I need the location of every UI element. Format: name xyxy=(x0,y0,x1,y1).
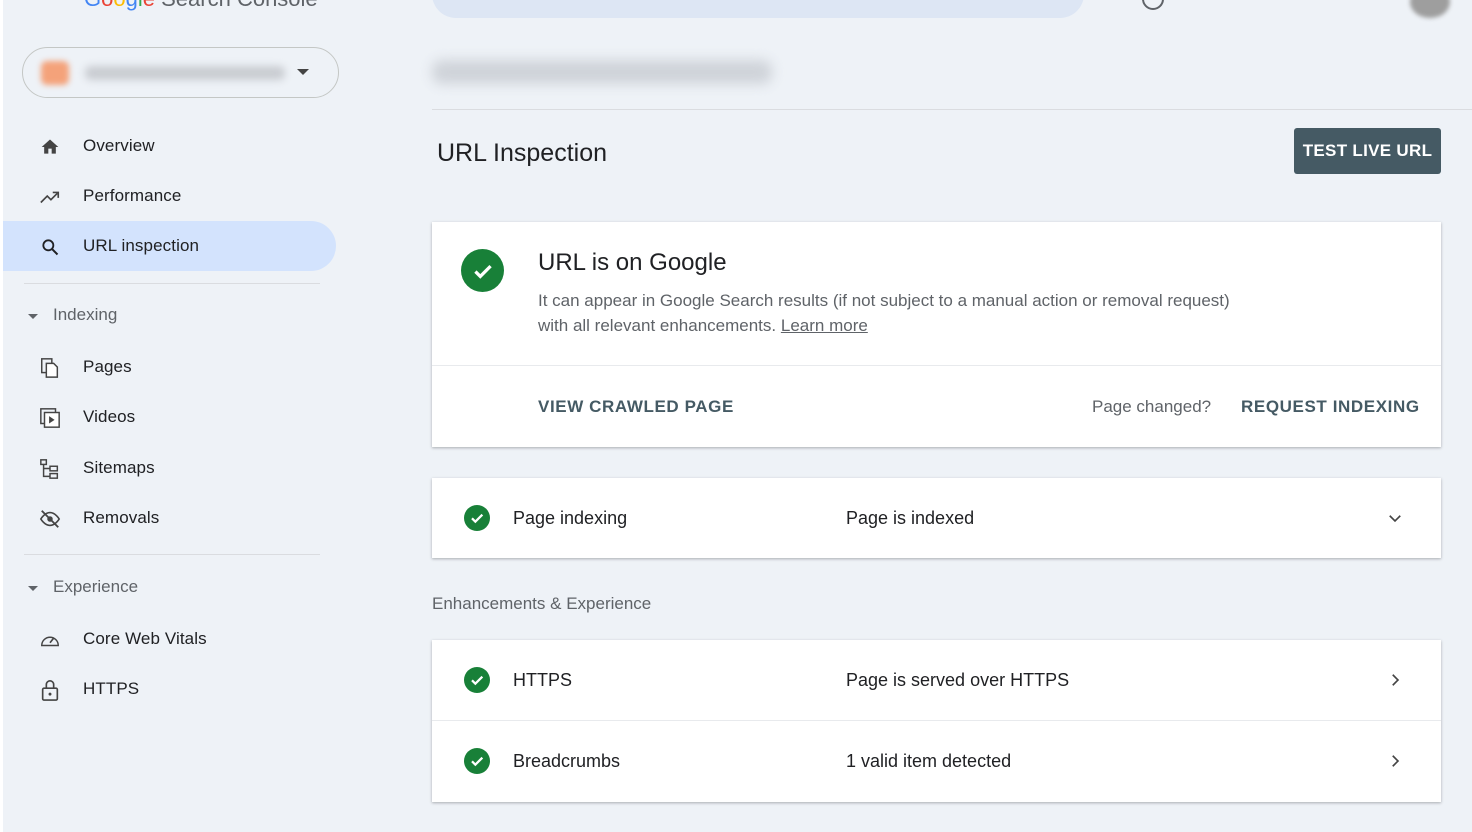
sidebar-item-label: Overview xyxy=(83,136,155,155)
section-label: Indexing xyxy=(53,305,118,324)
status-title: URL is on Google xyxy=(538,249,727,276)
status-description-text: It can appear in Google Search results (… xyxy=(538,291,1230,335)
chevron-right-icon[interactable] xyxy=(1383,749,1407,773)
search-icon xyxy=(39,236,61,258)
logo-text: Search Console xyxy=(155,0,318,11)
section-label: Experience xyxy=(53,577,139,596)
row-value: 1 valid item detected xyxy=(846,751,1012,771)
page-changed-label: Page changed? xyxy=(1092,397,1212,416)
chevron-down-icon xyxy=(297,69,309,75)
enhancements-section-header: Enhancements & Experience xyxy=(432,594,652,613)
sidebar-item-removals[interactable]: Removals xyxy=(3,493,336,543)
row-label: HTTPS xyxy=(513,670,573,690)
inspected-url-redacted xyxy=(432,60,772,84)
help-icon[interactable] xyxy=(1142,0,1164,10)
collapse-caret-icon xyxy=(28,585,38,591)
sidebar-item-label: Pages xyxy=(83,357,132,376)
page-title: URL Inspection xyxy=(437,139,607,167)
sidebar-section-experience[interactable]: Experience xyxy=(28,577,138,597)
sidebar-item-url-inspection[interactable]: URL inspection xyxy=(3,221,336,271)
collapse-caret-icon xyxy=(28,313,38,319)
logo-letter: e xyxy=(143,0,155,11)
sidebar-section-indexing[interactable]: Indexing xyxy=(28,305,117,325)
row-label: Breadcrumbs xyxy=(513,751,621,771)
logo-letter: g xyxy=(126,0,138,11)
header-divider xyxy=(432,109,1472,110)
enhancement-row-https[interactable]: HTTPS Page is served over HTTPS xyxy=(432,640,1441,721)
sidebar-item-label: Performance xyxy=(83,186,182,205)
chevron-right-icon[interactable] xyxy=(1383,668,1407,692)
home-icon xyxy=(39,136,61,158)
property-favicon xyxy=(41,61,69,85)
sidebar-divider xyxy=(24,283,320,284)
view-crawled-page-button[interactable]: VIEW CRAWLED PAGE xyxy=(538,397,734,417)
sidebar-item-videos[interactable]: Videos xyxy=(3,392,336,442)
sidebar-item-label: URL inspection xyxy=(83,236,200,255)
avatar[interactable] xyxy=(1410,0,1450,18)
sidebar-item-https[interactable]: HTTPS xyxy=(3,664,336,714)
sidebar-item-label: Core Web Vitals xyxy=(83,629,207,648)
sidebar-item-sitemaps[interactable]: Sitemaps xyxy=(3,443,336,493)
row-label: Page indexing xyxy=(513,508,628,528)
sidebar-divider xyxy=(24,554,320,555)
check-circle-icon xyxy=(464,505,490,531)
sidebar-item-pages[interactable]: Pages xyxy=(3,342,336,392)
speed-gauge-icon xyxy=(39,629,61,651)
row-value: Page is indexed xyxy=(846,508,975,528)
enhancement-row-breadcrumbs[interactable]: Breadcrumbs 1 valid item detected xyxy=(432,721,1441,802)
test-live-url-button[interactable]: TEST LIVE URL xyxy=(1294,128,1441,174)
removals-icon xyxy=(39,508,61,530)
row-value: Page is served over HTTPS xyxy=(846,670,1070,690)
property-selector[interactable] xyxy=(22,47,339,98)
check-circle-icon xyxy=(464,748,490,774)
request-indexing-button[interactable]: REQUEST INDEXING xyxy=(1241,397,1420,417)
property-name-redacted xyxy=(85,66,285,80)
logo-letter: G xyxy=(84,0,101,11)
learn-more-link[interactable]: Learn more xyxy=(781,316,868,335)
check-circle-icon xyxy=(461,249,504,292)
card-divider xyxy=(432,365,1441,366)
logo-letter: o xyxy=(113,0,125,11)
enhancements-card: HTTPS Page is served over HTTPS Breadcru… xyxy=(432,640,1441,802)
top-search-bar[interactable] xyxy=(432,0,1084,18)
top-app-bar: Google Search Console xyxy=(0,0,1472,20)
sidebar-item-label: HTTPS xyxy=(83,679,140,698)
logo-letter: o xyxy=(101,0,113,11)
sidebar-item-label: Sitemaps xyxy=(83,458,155,477)
sidebar-item-label: Removals xyxy=(83,508,160,527)
check-circle-icon xyxy=(464,667,490,693)
lock-icon xyxy=(39,679,61,701)
page-indexing-row[interactable]: Page indexing Page is indexed xyxy=(432,478,1441,558)
sitemaps-icon xyxy=(39,458,61,480)
trending-up-icon xyxy=(39,186,61,208)
sidebar-item-performance[interactable]: Performance xyxy=(3,171,336,221)
sidebar-item-core-web-vitals[interactable]: Core Web Vitals xyxy=(3,614,336,664)
videos-icon xyxy=(39,407,61,429)
status-description: It can appear in Google Search results (… xyxy=(538,288,1258,338)
app-logo[interactable]: Google Search Console xyxy=(84,0,318,12)
status-card: URL is on Google It can appear in Google… xyxy=(432,222,1441,447)
chevron-down-icon[interactable] xyxy=(1383,506,1407,530)
sidebar-item-label: Videos xyxy=(83,407,136,426)
sidebar-item-overview[interactable]: Overview xyxy=(3,121,336,171)
pages-icon xyxy=(39,357,61,379)
